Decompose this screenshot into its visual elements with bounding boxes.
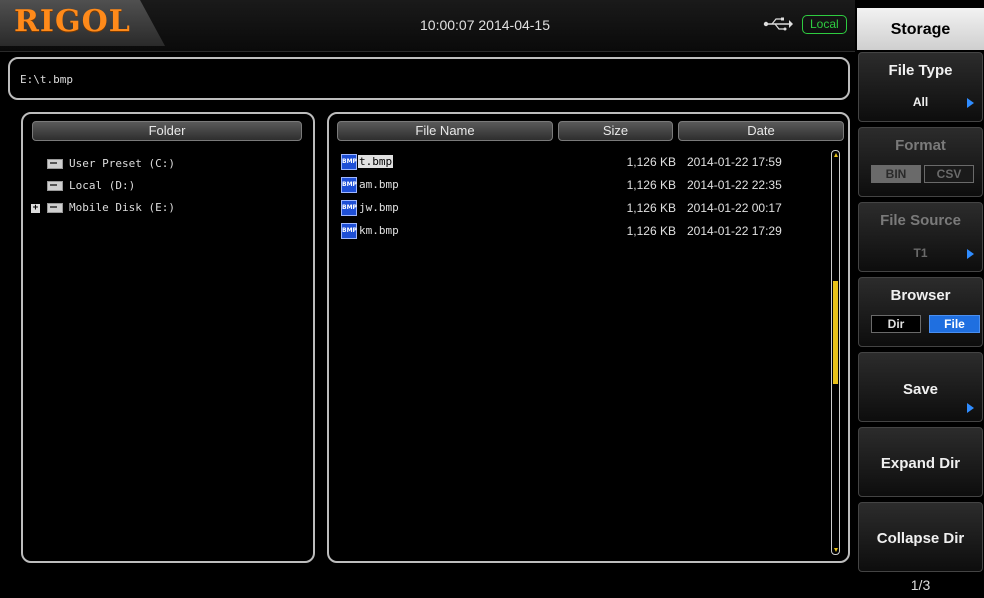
file-row[interactable]: BMP t.bmp 1,126 KB 2014-01-22 17:59 (329, 154, 829, 172)
file-list-scrollbar[interactable] (831, 150, 840, 555)
format-label: Format (895, 137, 946, 154)
expand-plus-icon[interactable]: + (31, 204, 40, 213)
expand-dir-label: Expand Dir (880, 455, 961, 472)
file-source-value: T1 (913, 246, 928, 260)
save-label: Save (902, 381, 939, 398)
file-type-value: All (912, 95, 929, 109)
arrow-right-icon (967, 403, 974, 413)
file-row[interactable]: BMP jw.bmp 1,126 KB 2014-01-22 00:17 (329, 200, 829, 218)
file-name: jw.bmp (359, 201, 399, 214)
folder-column-header: Folder (32, 121, 302, 141)
browser-option-dir[interactable]: Dir (871, 315, 921, 333)
file-row[interactable]: BMP am.bmp 1,126 KB 2014-01-22 22:35 (329, 177, 829, 195)
scroll-thumb[interactable] (833, 281, 838, 384)
browser-softkey[interactable]: Browser Dir File (858, 277, 983, 347)
drive-icon (47, 203, 63, 213)
arrow-right-icon (967, 249, 974, 259)
scroll-up-arrow-icon[interactable] (834, 153, 838, 157)
bmp-file-icon: BMP (341, 200, 357, 216)
file-date: 2014-01-22 00:17 (687, 201, 782, 215)
collapse-dir-label: Collapse Dir (876, 530, 965, 547)
drive-icon (47, 181, 63, 191)
folder-item-label: Mobile Disk (E:) (69, 201, 175, 214)
file-size: 1,126 KB (626, 224, 676, 238)
expand-dir-softkey[interactable]: Expand Dir (858, 427, 983, 497)
format-option-csv[interactable]: CSV (924, 165, 974, 183)
logo-plate: RIGOL (0, 0, 165, 46)
drive-icon (47, 159, 63, 169)
file-name: t.bmp (358, 155, 394, 168)
file-type-label: File Type (888, 62, 953, 79)
folder-item-label: Local (D:) (69, 179, 136, 192)
bmp-file-icon: BMP (341, 154, 357, 170)
file-name: km.bmp (359, 224, 399, 237)
format-option-bin[interactable]: BIN (871, 165, 921, 183)
file-source-label: File Source (880, 212, 961, 229)
file-row[interactable]: BMP km.bmp 1,126 KB 2014-01-22 17:29 (329, 223, 829, 241)
menu-page-indicator: 1/3 (910, 577, 931, 593)
arrow-right-icon (967, 98, 974, 108)
datetime-display: 10:00:07 2014-04-15 (420, 17, 550, 33)
file-type-softkey[interactable]: File Type All (858, 52, 983, 122)
file-date: 2014-01-22 17:59 (687, 155, 782, 169)
file-date: 2014-01-22 17:29 (687, 224, 782, 238)
path-text: E:\t.bmp (20, 73, 73, 86)
file-date: 2014-01-22 22:35 (687, 178, 782, 192)
collapse-dir-softkey[interactable]: Collapse Dir (858, 502, 983, 572)
file-source-softkey[interactable]: File Source T1 (858, 202, 983, 272)
bmp-file-icon: BMP (341, 223, 357, 239)
file-size: 1,126 KB (626, 155, 676, 169)
scroll-down-arrow-icon[interactable] (834, 548, 838, 552)
browser-label: Browser (890, 287, 951, 304)
column-header-size[interactable]: Size (558, 121, 673, 141)
save-softkey[interactable]: Save (858, 352, 983, 422)
bmp-file-icon: BMP (341, 177, 357, 193)
folder-item-label: User Preset (C:) (69, 157, 175, 170)
path-field[interactable]: E:\t.bmp (8, 57, 850, 100)
file-size: 1,126 KB (626, 201, 676, 215)
file-size: 1,126 KB (626, 178, 676, 192)
folder-panel[interactable]: Folder User Preset (C:) Local (D:) + Mob… (21, 112, 315, 563)
usb-icon (763, 17, 793, 31)
column-header-date[interactable]: Date (678, 121, 844, 141)
file-panel[interactable]: File Name Size Date BMP t.bmp 1,126 KB 2… (327, 112, 850, 563)
rigol-logo: RIGOL (14, 4, 131, 39)
column-header-file-name[interactable]: File Name (337, 121, 553, 141)
menu-title: Storage (857, 8, 984, 50)
status-bar: RIGOL 10:00:07 2014-04-15 Local (0, 0, 855, 52)
browser-option-file[interactable]: File (929, 315, 980, 333)
softkey-menu: Storage File Type All Format BIN CSV Fil… (857, 0, 984, 598)
format-softkey[interactable]: Format BIN CSV (858, 127, 983, 197)
local-mode-badge: Local (802, 15, 847, 34)
file-name: am.bmp (359, 178, 399, 191)
